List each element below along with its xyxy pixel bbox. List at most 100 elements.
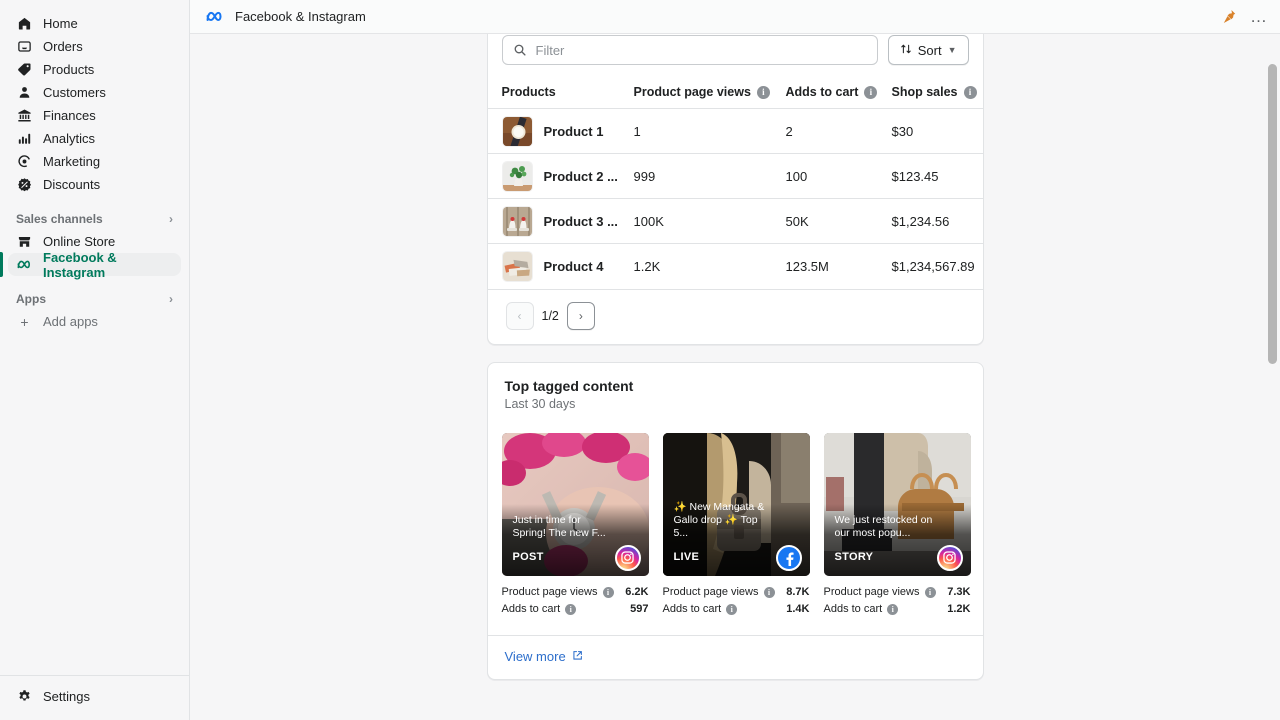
- sidebar-primary-nav: Home Orders Products Customers: [0, 0, 189, 333]
- table-row[interactable]: Product 4 1.2K 123.5M $1,234,567.89: [488, 244, 983, 289]
- sidebar-item-label: Add apps: [43, 314, 98, 329]
- cell-product: Product 2 ...: [488, 154, 634, 199]
- tagged-media[interactable]: We just restocked on our most popu... ST…: [824, 433, 971, 576]
- view-more-link[interactable]: View more: [505, 649, 583, 664]
- metric-value: 8.7K: [786, 586, 809, 598]
- top-tagged-content-card: Top tagged content Last 30 days: [487, 362, 984, 680]
- tagged-footer: View more: [488, 635, 983, 679]
- tagged-type-label: POST: [513, 551, 544, 563]
- products-tag-icon: [16, 61, 33, 78]
- info-icon[interactable]: i: [887, 604, 898, 615]
- cell-sales: $30: [892, 109, 983, 154]
- tagged-caption: Just in time for Spring! The new F...: [513, 514, 611, 540]
- sidebar-footer: Settings: [0, 675, 189, 720]
- column-label: Shop sales: [892, 85, 958, 99]
- sidebar-section-apps[interactable]: Apps ›: [8, 288, 181, 310]
- sidebar-section-sales-channels[interactable]: Sales channels ›: [8, 208, 181, 230]
- info-icon[interactable]: i: [864, 86, 877, 99]
- app-title-group: Facebook & Instagram: [206, 9, 366, 24]
- instagram-icon: [937, 545, 963, 571]
- metric-row: Product page views i 8.7K: [663, 584, 810, 601]
- products-card: Sort ▼ Products: [487, 34, 984, 345]
- sidebar-item-orders[interactable]: Orders: [8, 35, 181, 58]
- product-name: Product 3 ...: [544, 214, 618, 229]
- info-icon[interactable]: i: [603, 587, 614, 598]
- pagination-prev-button: ‹: [506, 302, 534, 330]
- sidebar-item-discounts[interactable]: Discounts: [8, 173, 181, 196]
- tagged-card: Just in time for Spring! The new F... PO…: [502, 433, 649, 618]
- sidebar-item-label: Marketing: [43, 154, 100, 169]
- tagged-metrics: Product page views i 7.3K Adds to cart i: [824, 576, 971, 618]
- info-icon[interactable]: i: [964, 86, 977, 99]
- sidebar-item-customers[interactable]: Customers: [8, 81, 181, 104]
- column-header-shop-sales[interactable]: Shop sales i: [892, 75, 983, 109]
- sidebar-item-home[interactable]: Home: [8, 12, 181, 35]
- table-row[interactable]: Product 3 ... 100K 50K $1,234.56: [488, 199, 983, 244]
- cell-adds: 50K: [786, 199, 892, 244]
- sidebar-item-add-apps[interactable]: + Add apps: [8, 310, 181, 333]
- metric-value: 7.3K: [947, 586, 970, 598]
- tagged-type-label: LIVE: [674, 551, 700, 563]
- sidebar-item-products[interactable]: Products: [8, 58, 181, 81]
- column-header-products[interactable]: Products: [488, 75, 634, 109]
- tagged-card: We just restocked on our most popu... ST…: [824, 433, 971, 618]
- tagged-header: Top tagged content Last 30 days: [488, 363, 983, 411]
- column-header-product-page-views[interactable]: Product page views i: [634, 75, 786, 109]
- instagram-icon: [615, 545, 641, 571]
- info-icon[interactable]: i: [757, 86, 770, 99]
- metric-label-group: Adds to cart i: [824, 603, 899, 615]
- sidebar-item-settings[interactable]: Settings: [8, 685, 181, 708]
- pagination-next-button[interactable]: ›: [567, 302, 595, 330]
- pagination-page-label: 1/2: [542, 309, 559, 323]
- home-icon: [16, 15, 33, 32]
- sidebar-item-marketing[interactable]: Marketing: [8, 150, 181, 173]
- cell-views: 100K: [634, 199, 786, 244]
- info-icon[interactable]: i: [925, 587, 936, 598]
- sidebar-item-label: Online Store: [43, 234, 115, 249]
- table-row[interactable]: Product 1 1 2 $30: [488, 109, 983, 154]
- search-icon: [513, 43, 527, 57]
- metric-value: 1.4K: [786, 603, 809, 615]
- meta-icon: [16, 256, 33, 273]
- page-content: Sort ▼ Products: [190, 34, 1280, 700]
- info-icon[interactable]: i: [565, 604, 576, 615]
- cell-adds: 123.5M: [786, 244, 892, 289]
- sidebar-item-finances[interactable]: Finances: [8, 104, 181, 127]
- metric-label-group: Product page views i: [824, 586, 936, 598]
- column-label: Product page views: [634, 85, 751, 99]
- products-table: Products Product page views i: [488, 75, 983, 289]
- more-options-icon[interactable]: …: [1250, 8, 1268, 25]
- tagged-title: Top tagged content: [505, 378, 966, 394]
- search-input[interactable]: [536, 43, 867, 58]
- sidebar-item-label: Analytics: [43, 131, 95, 146]
- orders-icon: [16, 38, 33, 55]
- page-title: Facebook & Instagram: [235, 9, 366, 24]
- pin-icon[interactable]: [1223, 9, 1236, 24]
- metric-label-group: Adds to cart i: [663, 603, 738, 615]
- metric-row: Product page views i 7.3K: [824, 584, 971, 601]
- sort-button[interactable]: Sort ▼: [888, 35, 969, 65]
- pagination: ‹ 1/2 ›: [488, 289, 983, 344]
- cell-adds: 2: [786, 109, 892, 154]
- store-icon: [16, 233, 33, 250]
- product-name: Product 2 ...: [544, 169, 618, 184]
- product-thumbnail: [502, 116, 533, 147]
- products-table-body: Product 1 1 2 $30: [488, 109, 983, 289]
- info-icon[interactable]: i: [726, 604, 737, 615]
- sidebar: Home Orders Products Customers: [0, 0, 190, 720]
- sidebar-item-facebook-instagram[interactable]: Facebook & Instagram: [8, 253, 181, 276]
- product-thumbnail: [502, 161, 533, 192]
- sidebar-item-analytics[interactable]: Analytics: [8, 127, 181, 150]
- sidebar-section-label: Apps: [16, 292, 46, 306]
- analytics-bars-icon: [16, 130, 33, 147]
- info-icon[interactable]: i: [764, 587, 775, 598]
- tagged-media[interactable]: ✨ New Mangata & Gallo drop ✨ Top 5... LI…: [663, 433, 810, 576]
- cell-views: 999: [634, 154, 786, 199]
- metric-label: Product page views: [824, 586, 920, 598]
- table-row[interactable]: Product 2 ... 999 100 $123.45: [488, 154, 983, 199]
- cell-sales: $123.45: [892, 154, 983, 199]
- tagged-media[interactable]: Just in time for Spring! The new F... PO…: [502, 433, 649, 576]
- column-header-adds-to-cart[interactable]: Adds to cart i: [786, 75, 892, 109]
- table-header-row: Products Product page views i: [488, 75, 983, 109]
- search-input-wrapper[interactable]: [502, 35, 878, 65]
